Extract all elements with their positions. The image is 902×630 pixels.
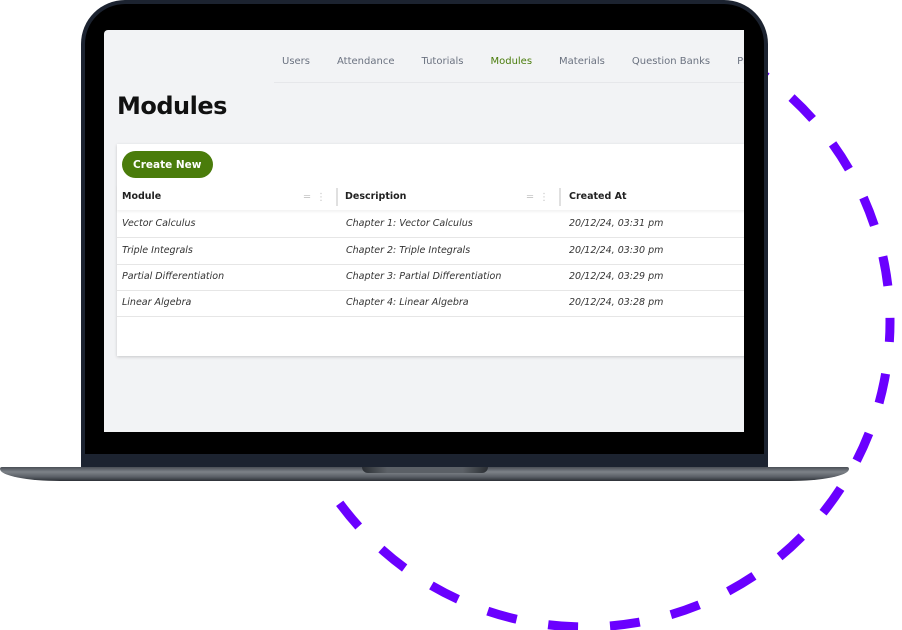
laptop-hinge-notch: [362, 467, 488, 473]
nav-item-users[interactable]: Users: [282, 50, 310, 82]
cell-module: Partial Differentiation: [122, 271, 225, 282]
cell-created-at: 20/12/24, 03:30 pm: [569, 245, 664, 256]
cell-description: Chapter 2: Triple Integrals: [346, 245, 471, 256]
drag-handle-icon[interactable]: ═: [304, 192, 310, 203]
column-menu-icon[interactable]: ⋮: [316, 192, 326, 203]
column-resizer[interactable]: [559, 188, 561, 206]
cell-module: Linear Algebra: [122, 297, 192, 308]
nav-item-modules[interactable]: Modules: [490, 50, 532, 82]
table-header: Module ═ ⋮ Description ═ ⋮ Created At: [117, 184, 744, 210]
column-resizer[interactable]: [336, 188, 338, 206]
nav-item-materials[interactable]: Materials: [559, 50, 605, 82]
table-row[interactable]: Partial Differentiation Chapter 3: Parti…: [117, 264, 744, 291]
cell-created-at: 20/12/24, 03:31 pm: [569, 218, 664, 229]
column-menu-icon[interactable]: ⋮: [539, 192, 549, 203]
cell-module: Vector Calculus: [122, 218, 196, 229]
nav-item-tutorials[interactable]: Tutorials: [421, 50, 463, 82]
column-header-created-at[interactable]: Created At: [569, 184, 627, 210]
modules-table-card: Create New Module ═ ⋮ Description ═ ⋮ Cr…: [117, 144, 744, 356]
laptop-screen: Users Attendance Tutorials Modules Mater…: [104, 30, 744, 432]
table-row[interactable]: Vector Calculus Chapter 1: Vector Calcul…: [117, 211, 744, 238]
cell-module: Triple Integrals: [122, 245, 193, 256]
top-nav: Users Attendance Tutorials Modules Mater…: [274, 50, 744, 83]
create-new-button[interactable]: Create New: [122, 151, 213, 178]
cell-description: Chapter 3: Partial Differentiation: [346, 271, 502, 282]
table-row[interactable]: Triple Integrals Chapter 2: Triple Integ…: [117, 238, 744, 265]
cell-description: Chapter 1: Vector Calculus: [346, 218, 473, 229]
nav-item-practice[interactable]: Practice P: [737, 50, 744, 82]
cell-description: Chapter 4: Linear Algebra: [346, 297, 469, 308]
drag-handle-icon[interactable]: ═: [527, 192, 533, 203]
nav-item-attendance[interactable]: Attendance: [337, 50, 394, 82]
column-header-module[interactable]: Module: [122, 184, 161, 210]
nav-item-question-banks[interactable]: Question Banks: [632, 50, 710, 82]
cell-created-at: 20/12/24, 03:28 pm: [569, 297, 664, 308]
page-title: Modules: [117, 92, 227, 120]
column-header-description[interactable]: Description: [345, 184, 406, 210]
cell-created-at: 20/12/24, 03:29 pm: [569, 271, 664, 282]
table-row[interactable]: Linear Algebra Chapter 4: Linear Algebra…: [117, 290, 744, 317]
